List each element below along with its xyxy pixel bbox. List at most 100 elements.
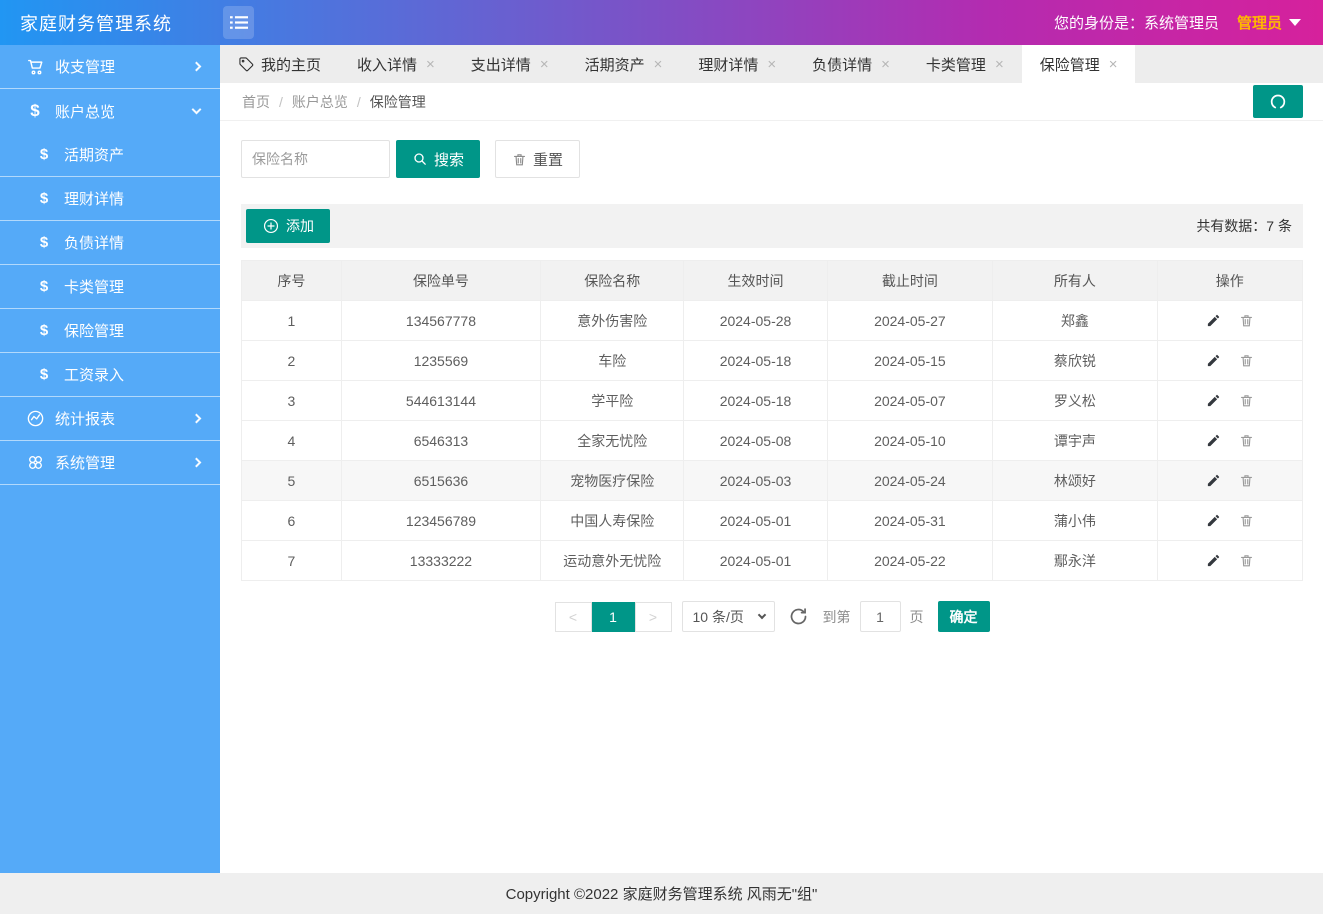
tab-insurance-management[interactable]: 保险管理 × [1022, 45, 1136, 83]
breadcrumb: 首页 / 账户总览 / 保险管理 [242, 92, 1253, 112]
page-size-select[interactable]: 10 条/页 [682, 601, 775, 632]
breadcrumb-separator: / [357, 94, 361, 110]
cell-end: 2024-05-15 [827, 341, 993, 381]
next-page-button[interactable]: > [635, 602, 672, 632]
confirm-page-button[interactable]: 确定 [938, 601, 990, 632]
cell-start: 2024-05-03 [684, 461, 827, 501]
sidebar-item-statistics-report[interactable]: 统计报表 [0, 397, 220, 441]
cell-start: 2024-05-01 [684, 541, 827, 581]
search-input[interactable] [241, 140, 390, 178]
refresh-page-button[interactable] [1253, 85, 1303, 118]
refresh-table-icon[interactable] [788, 606, 809, 627]
tab-card-management[interactable]: 卡类管理 × [908, 45, 1022, 83]
dollar-icon: $ [33, 322, 55, 339]
loop-icon [1268, 92, 1288, 112]
delete-icon[interactable] [1239, 513, 1254, 528]
tab-label: 支出详情 [471, 54, 531, 75]
goto-page-input[interactable] [860, 601, 901, 632]
sidebar-item-current-assets[interactable]: $ 活期资产 [0, 133, 220, 177]
sidebar-toggle-button[interactable] [223, 6, 254, 39]
close-icon[interactable]: × [767, 57, 776, 72]
role-dropdown[interactable]: 管理员 [1237, 12, 1301, 33]
table-row: 4 6546313 全家无忧险 2024-05-08 2024-05-10 谭宇… [242, 421, 1303, 461]
table-header-row: 序号 保险单号 保险名称 生效时间 截止时间 所有人 操作 [242, 261, 1303, 301]
breadcrumb-account-overview[interactable]: 账户总览 [292, 92, 348, 112]
goto-suffix-label: 页 [910, 607, 924, 627]
sidebar-item-account-overview[interactable]: $ 账户总览 [0, 89, 220, 133]
tab-label: 我的主页 [261, 54, 321, 75]
edit-icon[interactable] [1206, 553, 1221, 568]
sidebar-item-card-management[interactable]: $ 卡类管理 [0, 265, 220, 309]
close-icon[interactable]: × [540, 57, 549, 72]
dollar-icon: $ [33, 146, 55, 163]
close-icon[interactable]: × [881, 57, 890, 72]
tab-expense-detail[interactable]: 支出详情 × [453, 45, 567, 83]
reset-button[interactable]: 重置 [495, 140, 580, 178]
cell-owner: 林颂好 [993, 461, 1157, 501]
cell-policy-no: 1235569 [341, 341, 540, 381]
dollar-icon: $ [33, 366, 55, 383]
delete-icon[interactable] [1239, 393, 1254, 408]
content-panel: 搜索 重置 添加 共 [220, 121, 1323, 873]
cell-owner: 蔡欣锐 [993, 341, 1157, 381]
dollar-icon: $ [33, 234, 55, 251]
sidebar-item-system-management[interactable]: 系统管理 [0, 441, 220, 485]
app-window: 家庭财务管理系统 您的身份是：系统管理员 管理员 [0, 0, 1323, 914]
add-button[interactable]: 添加 [246, 209, 330, 243]
column-header: 生效时间 [684, 261, 827, 301]
delete-icon[interactable] [1239, 313, 1254, 328]
cell-policy-no: 13333222 [341, 541, 540, 581]
table-row: 6 123456789 中国人寿保险 2024-05-01 2024-05-31… [242, 501, 1303, 541]
tab-home[interactable]: 我的主页 [220, 45, 339, 83]
app-title: 家庭财务管理系统 [0, 10, 220, 36]
delete-icon[interactable] [1239, 473, 1254, 488]
cell-end: 2024-05-07 [827, 381, 993, 421]
edit-icon[interactable] [1206, 313, 1221, 328]
tab-label: 收入详情 [357, 54, 417, 75]
plus-circle-icon [262, 217, 280, 235]
tab-debt-detail[interactable]: 负债详情 × [794, 45, 908, 83]
edit-icon[interactable] [1206, 513, 1221, 528]
sidebar-item-wealth-detail[interactable]: $ 理财详情 [0, 177, 220, 221]
cell-start: 2024-05-28 [684, 301, 827, 341]
current-page-button[interactable]: 1 [592, 602, 635, 632]
edit-icon[interactable] [1206, 433, 1221, 448]
close-icon[interactable]: × [1109, 57, 1118, 72]
dollar-icon: $ [33, 190, 55, 207]
menu-list-icon [230, 15, 248, 30]
tab-label: 保险管理 [1040, 54, 1100, 75]
table-row: 7 13333222 运动意外无忧险 2024-05-01 2024-05-22… [242, 541, 1303, 581]
cell-end: 2024-05-27 [827, 301, 993, 341]
edit-icon[interactable] [1206, 473, 1221, 488]
search-button[interactable]: 搜索 [396, 140, 480, 178]
cell-index: 6 [242, 501, 342, 541]
breadcrumb-home[interactable]: 首页 [242, 92, 270, 112]
sidebar-item-debt-detail[interactable]: $ 负债详情 [0, 221, 220, 265]
sidebar-item-salary-entry[interactable]: $ 工资录入 [0, 353, 220, 397]
delete-icon[interactable] [1239, 353, 1254, 368]
cell-index: 2 [242, 341, 342, 381]
close-icon[interactable]: × [654, 57, 663, 72]
prev-page-button[interactable]: < [555, 602, 592, 632]
cell-name: 中国人寿保险 [541, 501, 684, 541]
delete-icon[interactable] [1239, 553, 1254, 568]
cell-start: 2024-05-18 [684, 381, 827, 421]
close-icon[interactable]: × [426, 57, 435, 72]
tab-label: 活期资产 [585, 54, 645, 75]
tab-bar: 我的主页 收入详情 × 支出详情 × 活期资产 × 理财详情 × [220, 45, 1323, 83]
sidebar-item-insurance-management[interactable]: $ 保险管理 [0, 309, 220, 353]
edit-icon[interactable] [1206, 353, 1221, 368]
dollar-icon: $ [33, 278, 55, 295]
tab-wealth-detail[interactable]: 理财详情 × [680, 45, 794, 83]
tab-current-assets[interactable]: 活期资产 × [567, 45, 681, 83]
sidebar-item-income-expense[interactable]: 收支管理 [0, 45, 220, 89]
sidebar: 收支管理 $ 账户总览 $ 活期资产 $ 理财详情 $ 负债详情 $ [0, 45, 220, 873]
chart-icon [24, 409, 46, 428]
sidebar-item-label: 统计报表 [55, 408, 193, 429]
table-row: 1 134567778 意外伤害险 2024-05-28 2024-05-27 … [242, 301, 1303, 341]
delete-icon[interactable] [1239, 433, 1254, 448]
edit-icon[interactable] [1206, 393, 1221, 408]
close-icon[interactable]: × [995, 57, 1004, 72]
tab-income-detail[interactable]: 收入详情 × [339, 45, 453, 83]
pagination: < 1 > 10 条/页 到第 [241, 601, 1303, 632]
